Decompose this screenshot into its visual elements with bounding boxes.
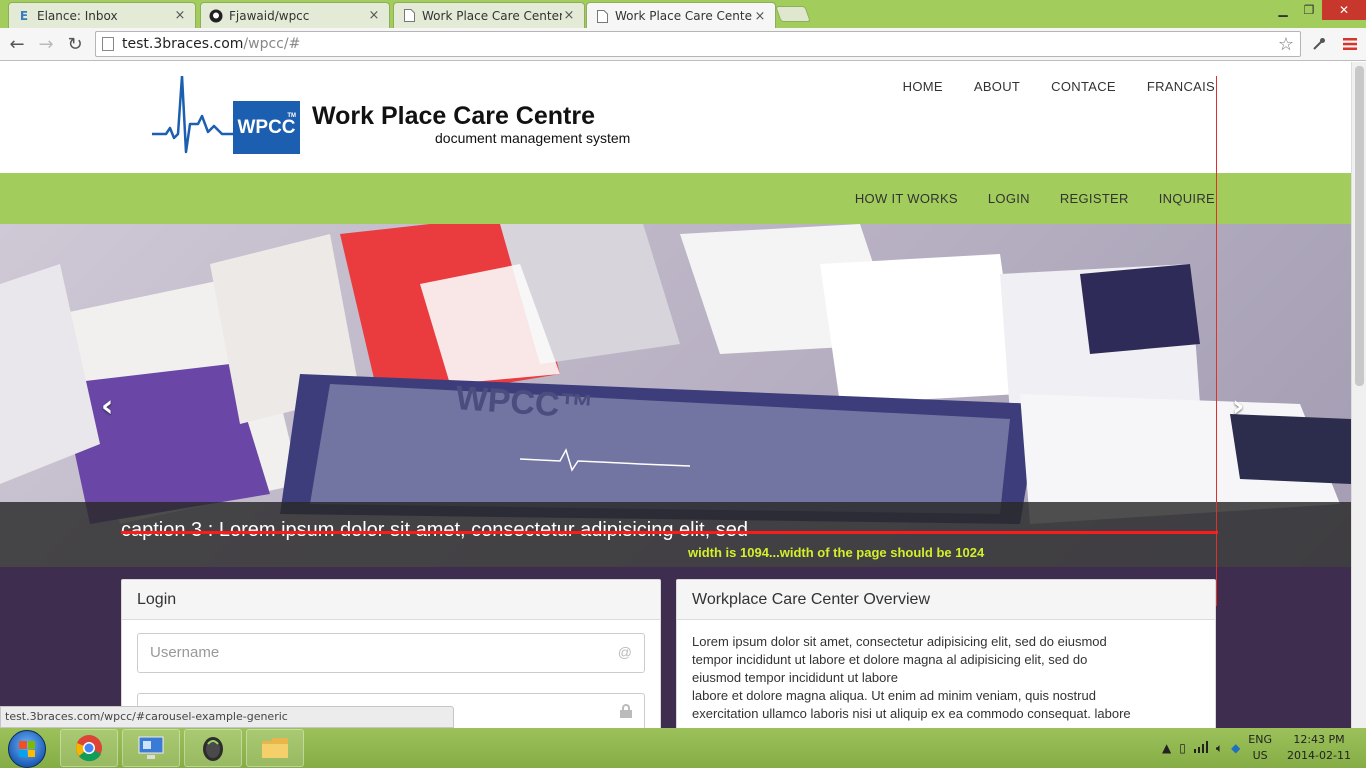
minimize-icon[interactable]: ▁ [1270,0,1296,20]
reload-icon[interactable]: ↻ [64,33,86,55]
secondary-nav: HOW IT WORKS LOGIN REGISTER INQUIRE [0,173,1351,224]
tab-work-place-care-center[interactable]: Work Place Care Center × [393,2,585,28]
page-icon [595,9,609,23]
region-code: US [1252,749,1268,762]
site-header: WPCC TM Work Place Care Centre document … [0,62,1351,173]
page-icon [102,37,114,51]
taskbar-remote-desktop[interactable] [122,729,180,767]
input-language[interactable]: ENG US [1248,732,1272,764]
clock-date: 2014-02-11 [1287,749,1351,762]
overview-line: exercitation ullamco laboris nisi ut ali… [692,706,1131,721]
show-hidden-icons-icon[interactable]: ▲ [1162,741,1171,755]
windows-logo-icon [19,741,35,757]
overview-line: labore et dolore magna aliqua. Ut enim a… [692,688,1096,703]
logo-trademark: TM [287,113,296,119]
browser-tab-strip: E Elance: Inbox × Fjawaid/wpcc × Work Pl… [0,0,1366,29]
elance-icon: E [19,8,29,23]
tab-elance-inbox[interactable]: E Elance: Inbox × [8,2,196,28]
clock[interactable]: 12:43 PM 2014-02-11 [1280,732,1358,764]
tab-label: Fjawaid/wpcc [229,8,310,23]
window-controls: ▁ ❐ ✕ [1270,0,1366,20]
bookmark-star-icon[interactable]: ☆ [1278,34,1294,55]
url-host: test.3braces.com [122,36,244,52]
username-field[interactable]: Username @ [137,633,645,673]
folder-icon [262,738,288,758]
start-button[interactable] [8,730,46,768]
menu-icon[interactable] [1339,33,1361,55]
signal-icon[interactable] [1193,740,1208,756]
logo-wpcc-box: WPCC TM [233,101,300,154]
close-icon[interactable]: × [173,8,187,23]
new-tab-button[interactable] [775,6,811,22]
address-bar[interactable]: test.3braces.com/wpcc/# ☆ [95,31,1301,57]
site-logo[interactable]: WPCC TM Work Place Care Centre document … [152,76,642,156]
overview-line: tempor incididunt ut labore et dolore ma… [692,652,1088,667]
windows-taskbar: ▲ ▯ 🔈︎ ◆ ENG US 12:43 PM 2014-02-11 [0,728,1366,768]
scrollbar-thumb[interactable] [1355,66,1364,386]
overview-line: Lorem ipsum dolor sit amet, consectetur … [692,634,1107,649]
width-guide-line [121,531,1218,534]
page-viewport: WPCC TM Work Place Care Centre document … [0,62,1351,728]
overview-panel-title: Workplace Care Center Overview [677,580,1215,620]
taskbar-chrome[interactable] [60,729,118,767]
github-icon [209,9,223,23]
close-icon[interactable]: × [562,8,576,23]
logo-box-text: WPCC [237,116,296,138]
top-nav: HOME ABOUT CONTACE FRANCAIS [903,79,1215,94]
ecg-logo-icon [152,76,242,154]
nav-inquire[interactable]: INQUIRE [1159,191,1215,206]
nav-about[interactable]: ABOUT [974,79,1020,94]
eyedropper-extension-icon[interactable] [1308,33,1330,55]
overview-text: Lorem ipsum dolor sit amet, consectetur … [677,620,1215,728]
username-placeholder: Username [150,644,220,661]
width-annotation: width is 1094...width of the page should… [688,545,985,560]
overview-panel: Workplace Care Center Overview Lorem ips… [676,579,1216,728]
overview-line: eiusmod tempor incididunt ut labore [692,670,898,685]
url-path: /wpcc/# [243,36,301,52]
nav-register[interactable]: REGISTER [1060,191,1129,206]
nav-francais[interactable]: FRANCAIS [1147,79,1215,94]
nav-contact[interactable]: CONTACE [1051,79,1116,94]
logo-subtitle: document management system [435,130,631,146]
tab-github-wpcc[interactable]: Fjawaid/wpcc × [200,2,390,28]
tab-label: Elance: Inbox [37,8,118,23]
page-icon [402,9,416,23]
language-code: ENG [1248,733,1272,746]
evernote-icon [203,737,223,761]
tab-label: Work Place Care Center [615,9,753,23]
hero-carousel: WPCC™ ‹ › caption 3 : Lorem ipsum dolor … [0,224,1351,567]
taskbar-evernote[interactable] [184,729,242,767]
width-guide-vertical-line [1216,76,1217,606]
forward-arrow-icon[interactable]: → [35,33,57,55]
carousel-caption: caption 3 : Lorem ipsum dolor sit amet, … [0,502,1351,567]
system-tray: ▲ ▯ 🔈︎ ◆ ENG US 12:43 PM 2014-02-11 [1162,728,1358,768]
nav-login[interactable]: LOGIN [988,191,1030,206]
window-close-icon[interactable]: ✕ [1322,0,1366,20]
carousel-next-chevron-icon[interactable]: › [1232,389,1244,424]
at-sign-icon: @ [617,644,632,660]
browser-toolbar: ← → ↻ test.3braces.com/wpcc/# ☆ [0,28,1366,61]
tab-label: Work Place Care Center [422,8,562,23]
back-arrow-icon[interactable]: ← [6,33,28,55]
tab-work-place-care-center-active[interactable]: Work Place Care Center × [586,2,776,29]
remote-desktop-icon [138,736,164,759]
page-scrollbar[interactable] [1351,62,1366,728]
taskbar-file-explorer[interactable] [246,729,304,767]
chrome-icon [76,735,102,762]
restore-icon[interactable]: ❐ [1296,0,1322,20]
close-icon[interactable]: × [753,9,767,24]
battery-icon[interactable]: ▯ [1179,741,1186,755]
link-status-bar: test.3braces.com/wpcc/#carousel-example-… [0,706,454,728]
nav-home[interactable]: HOME [903,79,943,94]
volume-icon[interactable]: 🔈︎ [1216,741,1223,756]
lock-icon [620,704,632,721]
close-icon[interactable]: × [367,8,381,23]
nav-how-it-works[interactable]: HOW IT WORKS [855,191,958,206]
dropbox-icon[interactable]: ◆ [1231,741,1240,755]
clock-time: 12:43 PM [1293,733,1345,746]
carousel-prev-chevron-icon[interactable]: ‹ [101,389,113,424]
logo-title: Work Place Care Centre [312,102,595,130]
login-panel-title: Login [122,580,660,620]
